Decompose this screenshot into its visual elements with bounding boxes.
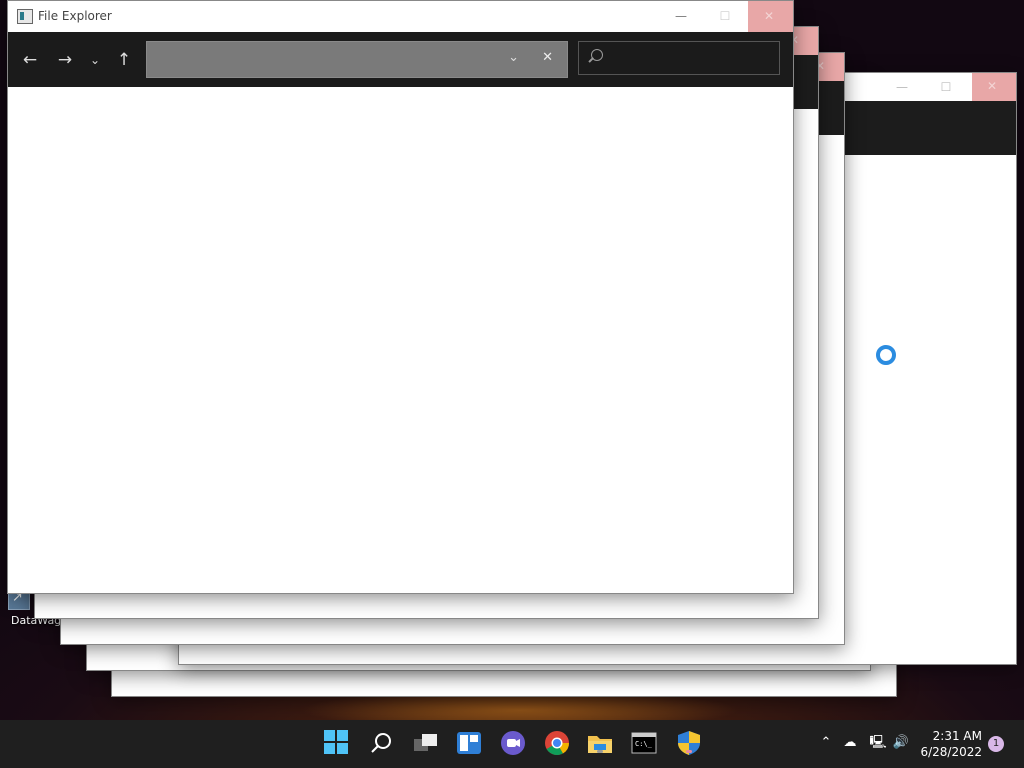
navigation-toolbar: ← → ⌄ ↑ ⌄ ✕ — [8, 32, 793, 87]
clear-address-icon[interactable]: ✕ — [542, 50, 553, 65]
close-button[interactable] — [972, 73, 1016, 101]
running-indicator — [597, 750, 603, 753]
security-button[interactable] — [676, 730, 702, 756]
minimize-button[interactable]: — — [659, 1, 703, 29]
maximize-button[interactable]: ☐ — [924, 73, 968, 101]
close-button[interactable] — [748, 1, 793, 32]
search-icon — [591, 49, 603, 61]
teams-chat-button[interactable] — [500, 730, 526, 756]
clock-time: 2:31 AM — [932, 729, 982, 743]
terminal-icon: C:\_ — [631, 732, 657, 754]
forward-arrow-icon[interactable]: → — [53, 48, 77, 72]
clock[interactable]: 2:31 AM 6/28/2022 — [920, 728, 982, 760]
network-icon[interactable]: 🖳 — [869, 734, 887, 752]
widgets-icon — [457, 732, 481, 754]
widgets-button[interactable] — [456, 730, 482, 756]
svg-text:C:\_: C:\_ — [635, 740, 653, 748]
window-title: File Explorer — [38, 9, 112, 23]
content-area[interactable] — [8, 87, 793, 593]
clock-date: 6/28/2022 — [920, 745, 982, 759]
start-button[interactable] — [324, 730, 350, 756]
show-hidden-icons-chevron-icon[interactable]: ⌃ — [817, 734, 835, 752]
volume-icon[interactable]: 🔊 — [892, 734, 910, 752]
minimize-button[interactable]: — — [880, 73, 924, 101]
chrome-button[interactable] — [544, 730, 570, 756]
maximize-button[interactable]: ☐ — [703, 1, 747, 29]
notification-badge[interactable]: 1 — [988, 736, 1004, 752]
recent-locations-chevron-icon[interactable]: ⌄ — [83, 48, 107, 72]
task-view-button[interactable] — [413, 730, 439, 756]
address-dropdown-chevron-icon[interactable]: ⌄ — [508, 50, 519, 65]
taskbar: C:\_ ⌃ ☁ 🖳 🔊 2:31 AM 6/28/2022 1 — [0, 720, 1024, 768]
up-arrow-icon[interactable]: ↑ — [112, 48, 136, 72]
loading-spinner — [876, 345, 896, 365]
running-indicator — [686, 750, 692, 753]
search-icon — [371, 733, 391, 753]
file-explorer-button[interactable] — [587, 730, 613, 756]
terminal-button[interactable]: C:\_ — [631, 730, 657, 756]
onedrive-offline-icon[interactable]: ☁ — [841, 734, 859, 752]
file-explorer-app-icon — [17, 9, 33, 24]
file-explorer-window[interactable]: File Explorer — ☐ ← → ⌄ ↑ ⌄ ✕ — [7, 0, 794, 594]
window-titlebar[interactable]: File Explorer — ☐ — [8, 1, 793, 32]
search-button[interactable] — [369, 730, 395, 756]
chat-icon — [501, 731, 525, 755]
task-view-icon — [414, 734, 437, 751]
back-arrow-icon[interactable]: ← — [18, 48, 42, 72]
search-box[interactable] — [578, 41, 780, 75]
chrome-icon — [545, 731, 569, 756]
address-bar[interactable]: ⌄ ✕ — [146, 41, 568, 78]
